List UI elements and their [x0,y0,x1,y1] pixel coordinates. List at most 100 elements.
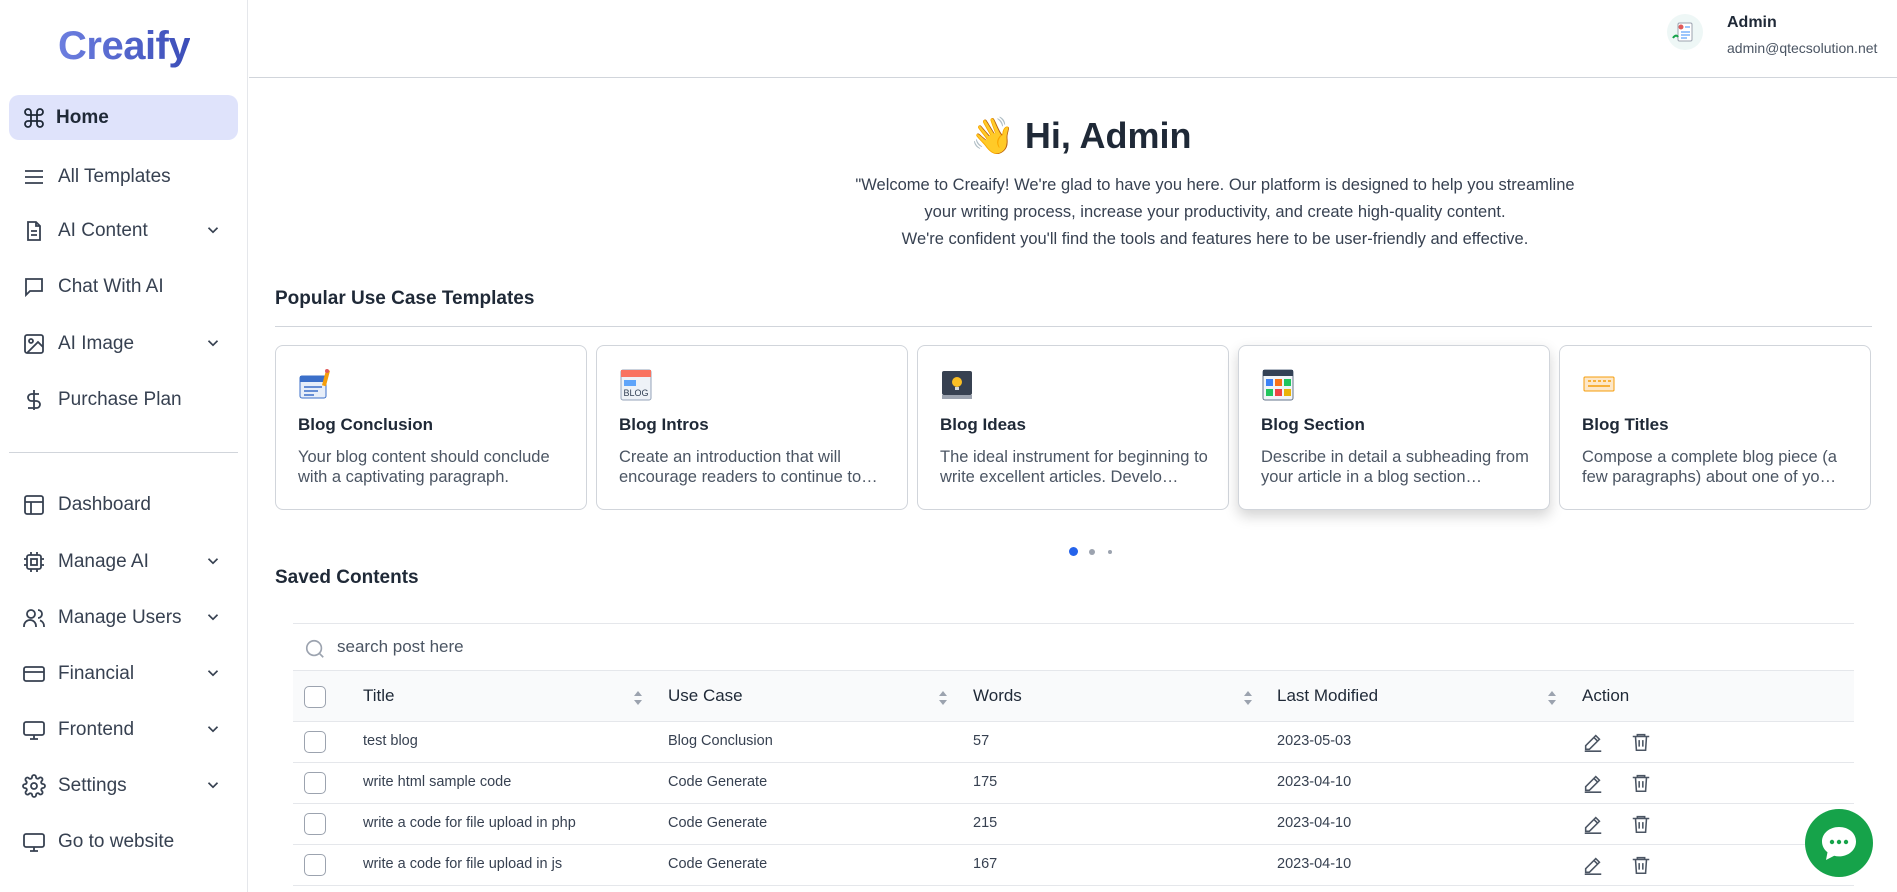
credit-card-icon [23,666,45,682]
edit-icon[interactable] [1582,772,1604,794]
chevron-down-icon [207,782,219,789]
sidebar-item-manage-users[interactable]: Manage Users [9,595,238,640]
row-use-case: Code Generate [668,856,768,872]
trash-icon[interactable] [1630,854,1652,876]
sidebar-item-financial[interactable]: Financial [9,651,238,696]
avatar[interactable] [1667,14,1703,50]
column-header-title[interactable]: Title [363,686,395,706]
welcome-line: "Welcome to Creaify! We're glad to have … [855,176,1575,194]
sidebar-item-go-to-website[interactable]: Go to website [9,819,238,864]
sidebar-item-home[interactable]: Home [9,95,238,140]
chevron-down-icon [207,726,219,733]
row-title[interactable]: write html sample code [363,774,511,790]
template-card-description: Your blog content should conclude with a… [298,448,550,486]
carousel-dot[interactable] [1089,549,1095,555]
sidebar-item-dashboard[interactable]: Dashboard [9,482,238,527]
row-use-case: Code Generate [668,774,768,790]
welcome-message: "Welcome to Creaify! We're glad to have … [650,172,1780,253]
sidebar-item-manage-ai[interactable]: Manage AI [9,539,238,584]
sort-icon[interactable] [632,688,644,708]
row-checkbox[interactable] [304,772,326,794]
trash-icon[interactable] [1630,772,1652,794]
templates-section-title: Popular Use Case Templates [275,288,535,309]
chat-bubble-icon [1822,827,1856,860]
sidebar-item-settings[interactable]: Settings [9,763,238,808]
edit-icon[interactable] [1582,813,1604,835]
sort-icon[interactable] [1242,688,1254,708]
chat-widget-button[interactable] [1805,809,1873,877]
sidebar-item-label: Financial [58,663,135,684]
layout-icon [24,495,44,515]
template-card-blog-section[interactable]: Blog Section Describe in detail a subhea… [1238,345,1550,510]
chevron-down-icon [207,614,219,621]
template-card-title: Blog Section [1261,415,1365,434]
users-icon [23,609,45,627]
column-header-use-case[interactable]: Use Case [668,686,743,706]
template-card-description: The ideal instrument for beginning to wr… [940,448,1208,486]
sort-icon[interactable] [937,688,949,708]
sidebar-item-purchase-plan[interactable]: Purchase Plan [9,377,238,422]
app-logo[interactable]: Creaify [58,24,191,69]
table-row: write html sample code Code Generate 175… [293,763,1854,804]
template-card-blog-conclusion[interactable]: Blog Conclusion Your blog content should… [275,345,587,510]
row-words: 175 [973,774,998,790]
trash-icon[interactable] [1630,731,1652,753]
column-header-action: Action [1582,686,1630,705]
svg-text:BLOG: BLOG [623,388,648,398]
sidebar-item-ai-image[interactable]: AI Image [9,321,238,366]
chat-bubble-icon [25,278,43,298]
sidebar-item-label: Settings [58,775,127,796]
cpu-icon [24,552,44,572]
template-card-description: Describe in detail a subheading from you… [1261,448,1529,486]
gear-icon [22,774,46,798]
image-icon [24,334,44,354]
row-last-modified: 2023-04-10 [1277,856,1352,872]
trash-icon[interactable] [1630,813,1652,835]
user-email: admin@qtecsolution.net [1727,40,1878,56]
sidebar-item-label: Home [56,107,109,128]
row-checkbox[interactable] [304,854,326,876]
section-divider [275,326,1872,327]
sidebar-item-label: Go to website [58,831,175,852]
template-card-title: Blog Titles [1582,415,1669,434]
template-card-blog-intros[interactable]: BLOG Blog Intros Create an introduction … [596,345,908,510]
row-title[interactable]: write a code for file upload in php [363,815,576,831]
edit-icon[interactable] [1582,731,1604,753]
saved-section-title: Saved Contents [275,567,419,588]
sidebar-item-all-templates[interactable]: All Templates [9,154,238,199]
edit-icon[interactable] [1582,854,1604,876]
greeting: 👋 Hi, Admin [970,112,1192,160]
sidebar-item-label: Purchase Plan [58,389,182,410]
sidebar-item-label: Manage AI [58,551,149,572]
template-card-blog-titles[interactable]: Blog Titles Compose a complete blog piec… [1559,345,1871,510]
carousel-dot-active[interactable] [1069,547,1078,556]
search-input[interactable] [337,632,937,662]
waving-hand-icon: 👋 [970,115,1015,156]
column-header-last-modified[interactable]: Last Modified [1277,686,1378,706]
sidebar: Creaify Home All Templates AI Content Ch… [0,0,248,892]
row-checkbox[interactable] [304,813,326,835]
welcome-line: We're confident you'll find the tools an… [901,230,1529,248]
table-header: Title Use Case Words Last Modified Actio… [293,670,1854,722]
sort-icon[interactable] [1546,688,1558,708]
sidebar-item-chat-with-ai[interactable]: Chat With AI [9,264,238,309]
row-use-case: Code Generate [668,815,768,831]
sidebar-item-ai-content[interactable]: AI Content [9,208,238,253]
table-row: write a code for file upload in php Code… [293,804,1854,845]
table-row: test blog Blog Conclusion 57 2023-05-03 [293,722,1854,763]
row-checkbox[interactable] [304,731,326,753]
carousel-dot[interactable] [1108,550,1112,554]
row-title[interactable]: write a code for file upload in js [363,856,562,872]
sidebar-item-frontend[interactable]: Frontend [9,707,238,752]
template-card-title: Blog Conclusion [298,415,434,434]
column-header-words[interactable]: Words [973,686,1022,706]
template-card-title: Blog Ideas [940,415,1026,434]
row-last-modified: 2023-04-10 [1277,774,1352,790]
select-all-checkbox[interactable] [304,686,326,708]
row-use-case: Blog Conclusion [668,733,773,749]
user-name[interactable]: Admin [1727,14,1777,32]
template-card-blog-ideas[interactable]: Blog Ideas The ideal instrument for begi… [917,345,1229,510]
row-title[interactable]: test blog [363,733,418,749]
chevron-down-icon [207,340,219,347]
user-avatar-icon [1672,22,1693,42]
